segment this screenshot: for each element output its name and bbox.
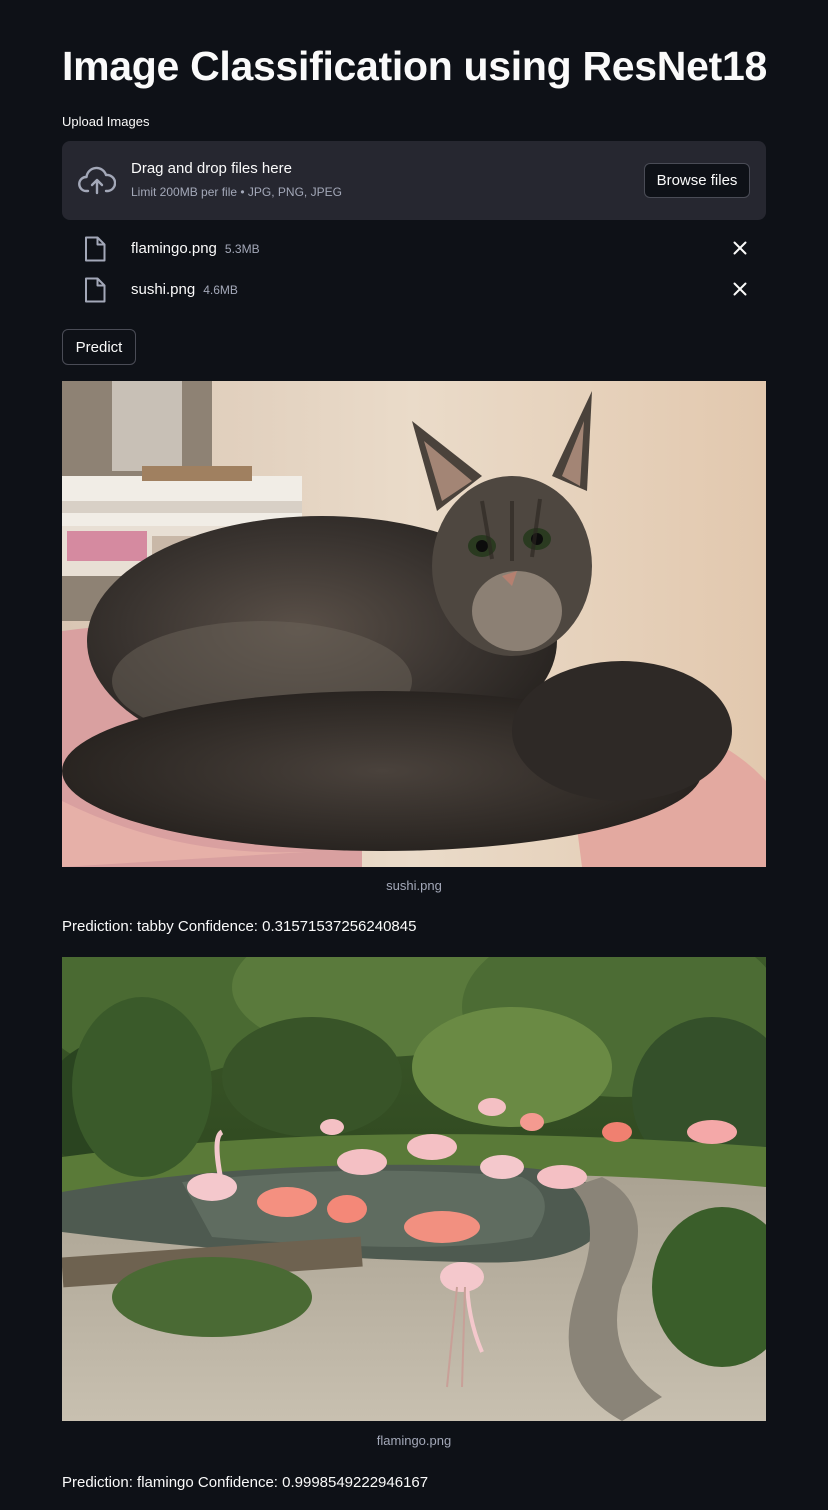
browse-files-button[interactable]: Browse files (644, 163, 750, 198)
image-caption: sushi.png (386, 878, 442, 893)
cloud-upload-icon (78, 166, 116, 195)
file-dropzone[interactable]: Drag and drop files here Limit 200MB per… (62, 141, 766, 220)
file-icon (85, 277, 106, 303)
file-size: 4.6MB (203, 283, 238, 297)
close-icon[interactable] (732, 281, 748, 297)
result-image-flamingo (62, 957, 766, 1421)
file-item-flamingo: flamingo.png 5.3MB (62, 234, 766, 264)
file-size: 5.3MB (224, 242, 260, 256)
image-caption: flamingo.png (376, 1433, 452, 1448)
result-image-sushi (62, 381, 766, 867)
file-item-sushi: sushi.png 4.6MB (62, 275, 766, 305)
dropzone-limit: Limit 200MB per file • JPG, PNG, JPEG (131, 185, 342, 199)
file-name-text: flamingo.png (131, 240, 217, 257)
upload-label: Upload Images (62, 114, 150, 129)
file-name-text: sushi.png (131, 281, 196, 298)
close-icon[interactable] (732, 240, 748, 256)
file-name: sushi.png 4.6MB (131, 281, 238, 299)
dropzone-title: Drag and drop files here (131, 160, 292, 177)
predict-button[interactable]: Predict (62, 329, 136, 365)
file-name: flamingo.png 5.3MB (131, 240, 260, 258)
cat-photo (62, 381, 766, 867)
prediction-text: Prediction: flamingo Confidence: 0.99985… (62, 1474, 429, 1491)
file-icon (85, 236, 106, 262)
dropzone-instructions: Drag and drop files here Limit 200MB per… (131, 159, 342, 200)
prediction-text: Prediction: tabby Confidence: 0.31571537… (62, 918, 417, 935)
flamingo-photo (62, 957, 766, 1421)
page-title: Image Classification using ResNet18 (62, 43, 767, 89)
